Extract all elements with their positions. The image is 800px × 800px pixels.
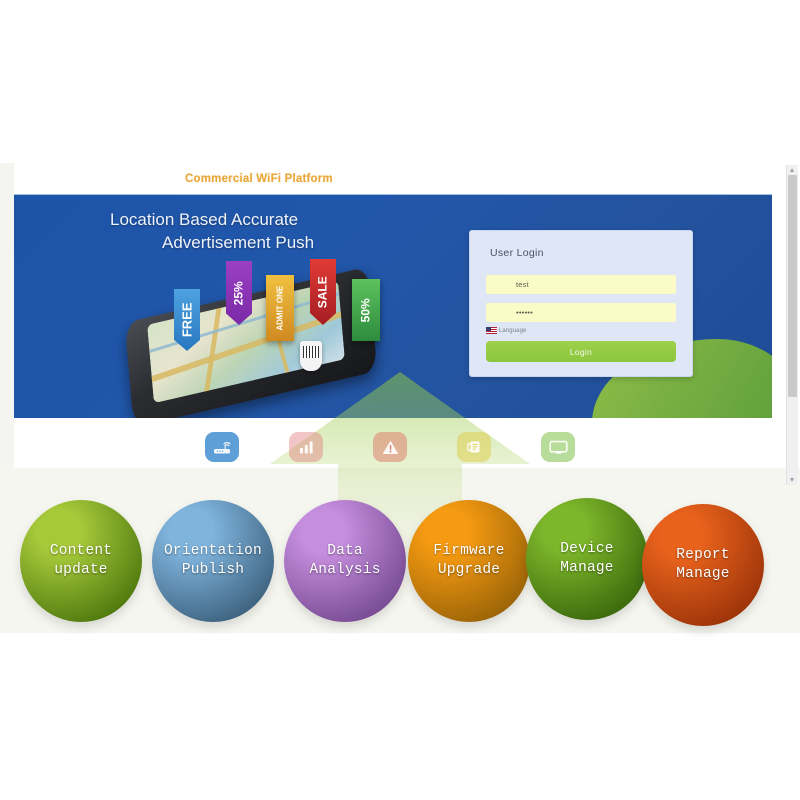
monitor-icon-tile[interactable] [541,432,575,462]
feature-circle-line1: Orientation [164,543,262,559]
feature-circle-line1: Content [49,543,113,559]
vertical-scrollbar[interactable] [786,165,798,485]
banner-headline: Location Based Accurate Advertisement Pu… [110,208,470,254]
feature-circle-line2: Manage [560,560,614,576]
barcode-tag-icon [300,341,322,371]
scroll-down-arrow-icon[interactable] [790,478,794,482]
coupon-label: FREE [179,302,195,338]
wifi-router-icon-tile[interactable] [205,432,239,462]
coupon-label: 25% [231,280,246,306]
feature-circle[interactable]: Content update [20,500,142,622]
monitor-icon [548,440,568,454]
feature-circle-line2: Publish [181,562,245,578]
feature-circle-line2: Upgrade [437,562,501,578]
document-icon-tile[interactable] [457,432,491,462]
feature-icon-strip [205,430,575,464]
bar-chart-icon [299,441,313,454]
scroll-up-arrow-icon[interactable] [790,168,794,172]
page-title: Commercial WiFi Platform [185,173,333,185]
feature-circle-line1: Report [676,547,730,563]
feature-circle[interactable]: Report Manage [642,504,764,626]
password-input[interactable] [486,303,676,322]
banner-headline-line1: Location Based Accurate [110,210,299,229]
banner-headline-line2: Advertisement Push [162,233,315,252]
feature-circle-line1: Firmware [433,543,505,559]
login-button[interactable]: Login [486,341,676,362]
site-header [14,163,786,193]
wifi-router-icon [214,442,231,454]
language-switcher[interactable]: Language [486,327,527,334]
warning-triangle-icon-tile[interactable] [373,432,407,462]
user-login-panel: User Login Language Login [469,230,693,377]
scrollbar-thumb[interactable] [788,175,797,397]
feature-circle-line1: Device [560,541,614,557]
feature-circle-line2: Manage [676,566,730,582]
warning-triangle-icon [382,440,398,454]
coupon-tag-admit-one: ADMIT ONE [266,275,294,341]
feature-circle[interactable]: Firmware Upgrade [408,500,530,622]
hero-banner: Location Based Accurate Advertisement Pu… [14,194,772,419]
us-flag-icon [486,327,497,334]
username-input[interactable] [486,275,676,294]
feature-circle-line2: Analysis [309,562,381,578]
feature-circles-row: Content update Orientation Publish Data Analy… [20,492,780,626]
document-icon [467,441,480,453]
feature-circle[interactable]: Data Analysis [284,500,406,622]
coupon-tag-50-percent: 50% [352,279,380,341]
coupon-tag-free: FREE [174,289,200,351]
feature-circle[interactable]: Orientation Publish [152,500,274,622]
feature-circle-line1: Data [327,543,363,559]
coupon-tag-25-percent: 25% [226,261,252,325]
feature-circle-line2: update [54,562,108,578]
page-root: Commercial WiFi Platform Location Based … [0,0,800,800]
coupon-label: 50% [358,297,373,323]
coupon-tag-sale: SALE [310,259,336,325]
login-panel-title: User Login [490,247,544,259]
smartphone-illustration: FREE 25% ADMIT ONE SALE 50% [114,253,414,419]
bar-chart-icon-tile[interactable] [289,432,323,462]
coupon-label: SALE [315,275,330,309]
feature-circle[interactable]: Device Manage [526,498,648,620]
language-label: Language [499,327,527,334]
coupon-label: ADMIT ONE [274,285,284,331]
left-gutter [0,163,15,486]
